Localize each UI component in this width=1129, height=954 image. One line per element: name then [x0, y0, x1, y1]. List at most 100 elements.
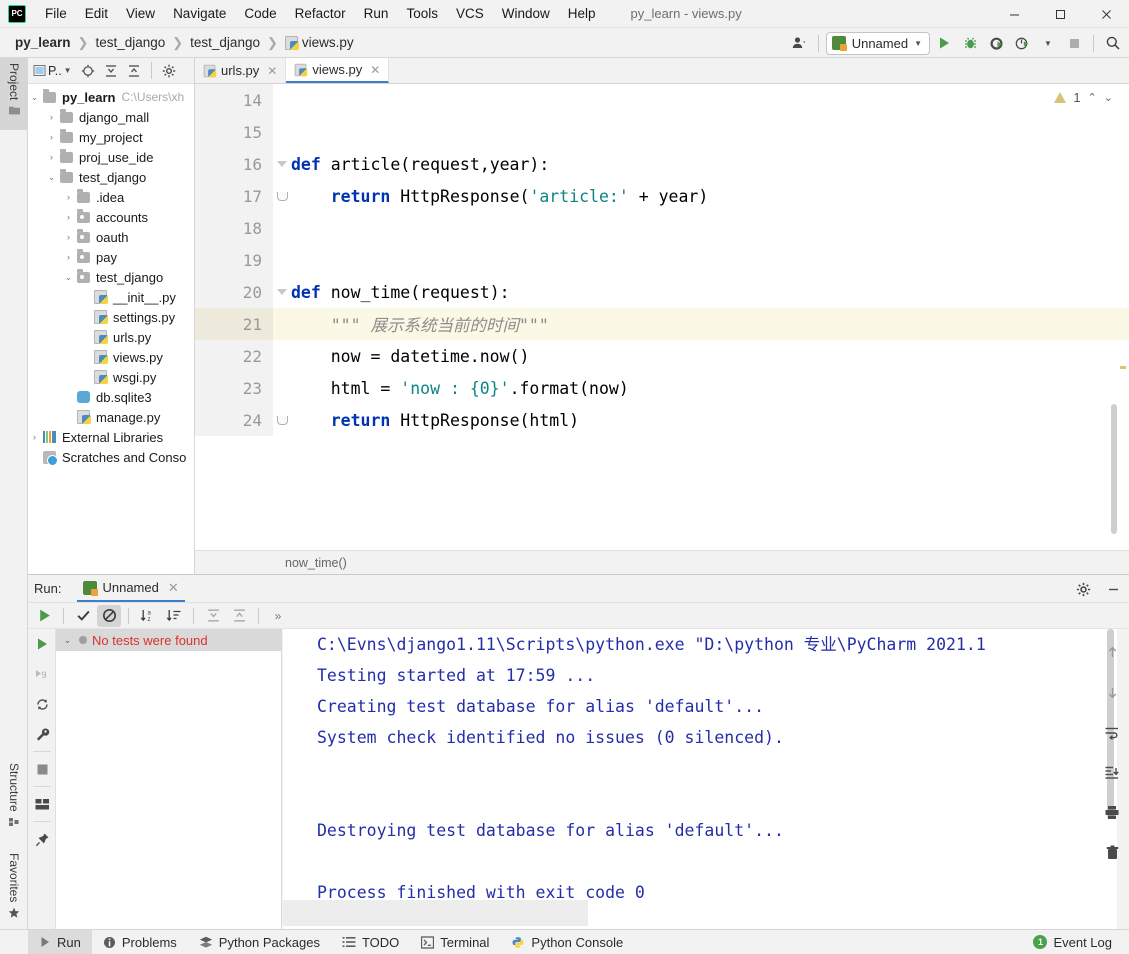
stop-icon[interactable] — [28, 754, 56, 784]
expand-all-icon[interactable] — [100, 60, 122, 82]
test-results-tree[interactable]: ⌄ No tests were found — [56, 629, 282, 930]
chevron-down-icon[interactable]: ⌄ — [61, 635, 74, 646]
status-bar-python-packages[interactable]: Python Packages — [188, 930, 331, 954]
tree-node-py-learn[interactable]: ⌄ py_learn C:\Users\xh — [28, 87, 194, 107]
tree-node-oauth[interactable]: › oauth — [28, 227, 194, 247]
tree-node-pay[interactable]: › pay — [28, 247, 194, 267]
tree-node-test-django[interactable]: ⌄ test_django — [28, 267, 194, 287]
fold-collapse-icon[interactable] — [277, 289, 287, 295]
tree-node--init-py[interactable]: __init__.py — [28, 287, 194, 307]
scroll-up-icon[interactable] — [1098, 637, 1126, 667]
close-icon[interactable]: ✕ — [370, 63, 380, 77]
menu-refactor[interactable]: Refactor — [286, 2, 355, 25]
chevron-down-icon[interactable]: ⌄ — [62, 272, 75, 283]
editor-vertical-scrollbar[interactable] — [1111, 404, 1117, 534]
sidebar-item-project[interactable]: Project — [0, 58, 28, 130]
project-view-selector[interactable]: P.. ▼ — [33, 64, 76, 78]
layout-icon[interactable] — [28, 789, 56, 819]
run-tab-unnamed[interactable]: Unnamed ✕ — [77, 575, 185, 602]
tree-node-views-py[interactable]: views.py — [28, 347, 194, 367]
chevron-down-icon[interactable]: ⌄ — [45, 172, 58, 183]
locate-icon[interactable] — [77, 60, 99, 82]
code-line[interactable]: 20 def now_time(request): — [195, 276, 1129, 308]
hide-panel-icon[interactable] — [1101, 578, 1125, 600]
rerun-icon[interactable] — [28, 629, 56, 659]
settings-gear-icon[interactable] — [158, 60, 180, 82]
test-tree-row[interactable]: ⌄ No tests were found — [56, 629, 281, 651]
editor-breadcrumb[interactable]: now_time() — [285, 556, 347, 570]
chevron-right-icon[interactable]: › — [45, 152, 58, 162]
sidebar-item-structure[interactable]: Structure — [0, 758, 28, 838]
maximize-button[interactable] — [1037, 0, 1083, 28]
editor-tab-urls[interactable]: urls.py ✕ — [195, 58, 287, 83]
status-bar-terminal[interactable]: Terminal — [410, 930, 500, 954]
error-stripe[interactable] — [1119, 84, 1127, 550]
profile-icon[interactable] — [1010, 31, 1034, 55]
breadcrumb-item-project[interactable]: py_learn — [12, 33, 74, 52]
expand-all-button[interactable] — [201, 605, 225, 627]
code-line[interactable]: 14 — [195, 84, 1129, 116]
menu-tools[interactable]: Tools — [397, 2, 447, 25]
menu-edit[interactable]: Edit — [76, 2, 117, 25]
clear-all-icon[interactable] — [1098, 837, 1126, 867]
menu-view[interactable]: View — [117, 2, 164, 25]
code-line[interactable]: 19 — [195, 244, 1129, 276]
code-line[interactable]: 21 """ 展示系统当前的时间""" — [195, 308, 1129, 340]
tree-node-wsgi-py[interactable]: wsgi.py — [28, 367, 194, 387]
fold-gutter[interactable] — [273, 289, 291, 295]
stop-icon[interactable] — [1062, 31, 1086, 55]
settings-gear-icon[interactable] — [1071, 578, 1095, 600]
menu-navigate[interactable]: Navigate — [164, 2, 235, 25]
minimize-button[interactable] — [991, 0, 1037, 28]
soft-wrap-icon[interactable] — [1098, 717, 1126, 747]
next-highlight-icon[interactable]: ⌄ — [1104, 91, 1113, 104]
tree-node-manage-py[interactable]: manage.py — [28, 407, 194, 427]
chevron-right-icon[interactable]: › — [62, 232, 75, 242]
code-line[interactable]: 18 — [195, 212, 1129, 244]
fold-gutter[interactable] — [273, 161, 291, 167]
chevron-right-icon[interactable]: › — [45, 132, 58, 142]
status-bar-run[interactable]: Run — [28, 929, 92, 954]
menu-vcs[interactable]: VCS — [447, 2, 493, 25]
more-options-button[interactable]: » — [266, 605, 290, 627]
breadcrumb-item-file[interactable]: views.py — [282, 33, 357, 52]
tree-node-my-project[interactable]: › my_project — [28, 127, 194, 147]
inspection-widget[interactable]: 1 ⌃ ⌄ — [1054, 90, 1113, 105]
fold-end-icon[interactable] — [276, 191, 288, 201]
status-bar-python-console[interactable]: Python Console — [500, 930, 634, 954]
fold-gutter[interactable] — [273, 415, 291, 425]
rerun-failed-icon[interactable]: 9 — [28, 659, 56, 689]
fold-end-icon[interactable] — [276, 415, 288, 425]
wrench-icon[interactable] — [28, 719, 56, 749]
chevron-down-icon[interactable]: ⌄ — [28, 92, 41, 103]
tree-node-django-mall[interactable]: › django_mall — [28, 107, 194, 127]
code-line[interactable]: 23 html = 'now : {0}'.format(now) — [195, 372, 1129, 404]
menu-code[interactable]: Code — [235, 2, 285, 25]
tree-node-db-sqlite3[interactable]: db.sqlite3 — [28, 387, 194, 407]
code-line[interactable]: 16 def article(request,year): — [195, 148, 1129, 180]
tree-node-accounts[interactable]: › accounts — [28, 207, 194, 227]
collapse-all-icon[interactable] — [123, 60, 145, 82]
sidebar-item-favorites[interactable]: Favorites — [0, 848, 28, 936]
tree-node-test-django[interactable]: ⌄ test_django — [28, 167, 194, 187]
close-button[interactable] — [1083, 0, 1129, 28]
code-line[interactable]: 24 return HttpResponse(html) — [195, 404, 1129, 436]
fold-collapse-icon[interactable] — [277, 161, 287, 167]
chevron-right-icon[interactable]: › — [62, 252, 75, 262]
run-with-coverage-icon[interactable] — [984, 31, 1008, 55]
chevron-right-icon[interactable]: › — [62, 192, 75, 202]
sort-alphabetically-button[interactable]: az — [136, 605, 160, 627]
menu-help[interactable]: Help — [559, 2, 605, 25]
close-icon[interactable]: ✕ — [267, 64, 277, 78]
scroll-to-end-icon[interactable] — [1098, 757, 1126, 787]
run-configuration-selector[interactable]: Unnamed ▼ — [825, 31, 930, 55]
previous-highlight-icon[interactable]: ⌃ — [1088, 91, 1097, 104]
tree-node-urls-py[interactable]: urls.py — [28, 327, 194, 347]
show-ignored-button[interactable] — [97, 604, 121, 627]
sort-by-duration-button[interactable] — [162, 605, 186, 627]
search-icon[interactable] — [1101, 31, 1125, 55]
chevron-right-icon[interactable]: › — [28, 432, 41, 442]
user-icon[interactable] — [787, 31, 811, 55]
rerun-button[interactable] — [32, 605, 56, 627]
show-passed-button[interactable] — [71, 605, 95, 627]
